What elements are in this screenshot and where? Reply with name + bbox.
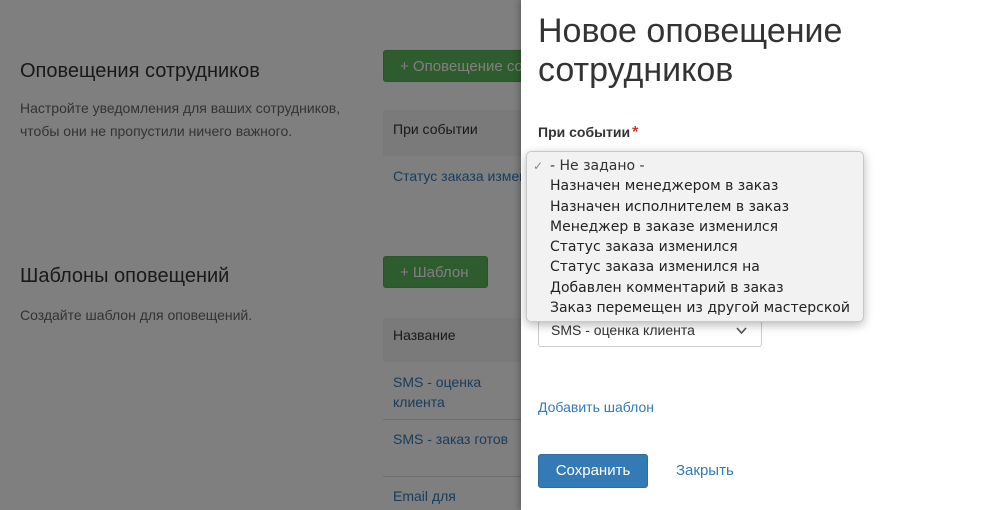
event-option-label: Заказ перемещен из другой мастерской (550, 300, 850, 317)
event-option[interactable]: Назначен исполнителем в заказ (527, 197, 863, 217)
event-option-label: Статус заказа изменился (550, 239, 738, 256)
add-template-link[interactable]: Добавить шаблон (538, 399, 654, 415)
checkmark-icon: ✓ (533, 159, 544, 173)
event-option-label: Назначен исполнителем в заказ (550, 198, 790, 215)
event-option-label: Назначен менеджером в заказ (550, 178, 779, 195)
panel-title: Новое оповещение сотрудников (538, 12, 843, 89)
required-marker: * (632, 124, 639, 141)
event-option[interactable]: Назначен менеджером в заказ (527, 176, 863, 196)
event-option[interactable]: Заказ перемещен из другой мастерской (527, 298, 863, 318)
event-option[interactable]: Статус заказа изменился (527, 237, 863, 257)
event-field-label: При событии * (538, 124, 638, 142)
event-label-text: При событии (538, 124, 631, 140)
event-option-label: - Не задано - (550, 158, 645, 174)
event-option[interactable]: Добавлен комментарий в заказ (527, 278, 863, 298)
event-option[interactable]: ✓ - Не задано - (527, 156, 863, 176)
event-option-label: Статус заказа изменился на (550, 259, 760, 276)
event-option[interactable]: Статус заказа изменился на (527, 257, 863, 277)
event-dropdown-list[interactable]: ✓ - Не задано - Назначен менеджером в зак… (526, 151, 864, 322)
save-button[interactable]: Сохранить (538, 454, 648, 488)
event-option-label: Менеджер в заказе изменился (550, 218, 779, 235)
template-select-value: SMS - оценка клиента (551, 322, 695, 338)
event-option[interactable]: Менеджер в заказе изменился (527, 217, 863, 237)
close-link[interactable]: Закрыть (676, 462, 734, 479)
event-option-label: Добавлен комментарий в заказ (550, 279, 784, 296)
